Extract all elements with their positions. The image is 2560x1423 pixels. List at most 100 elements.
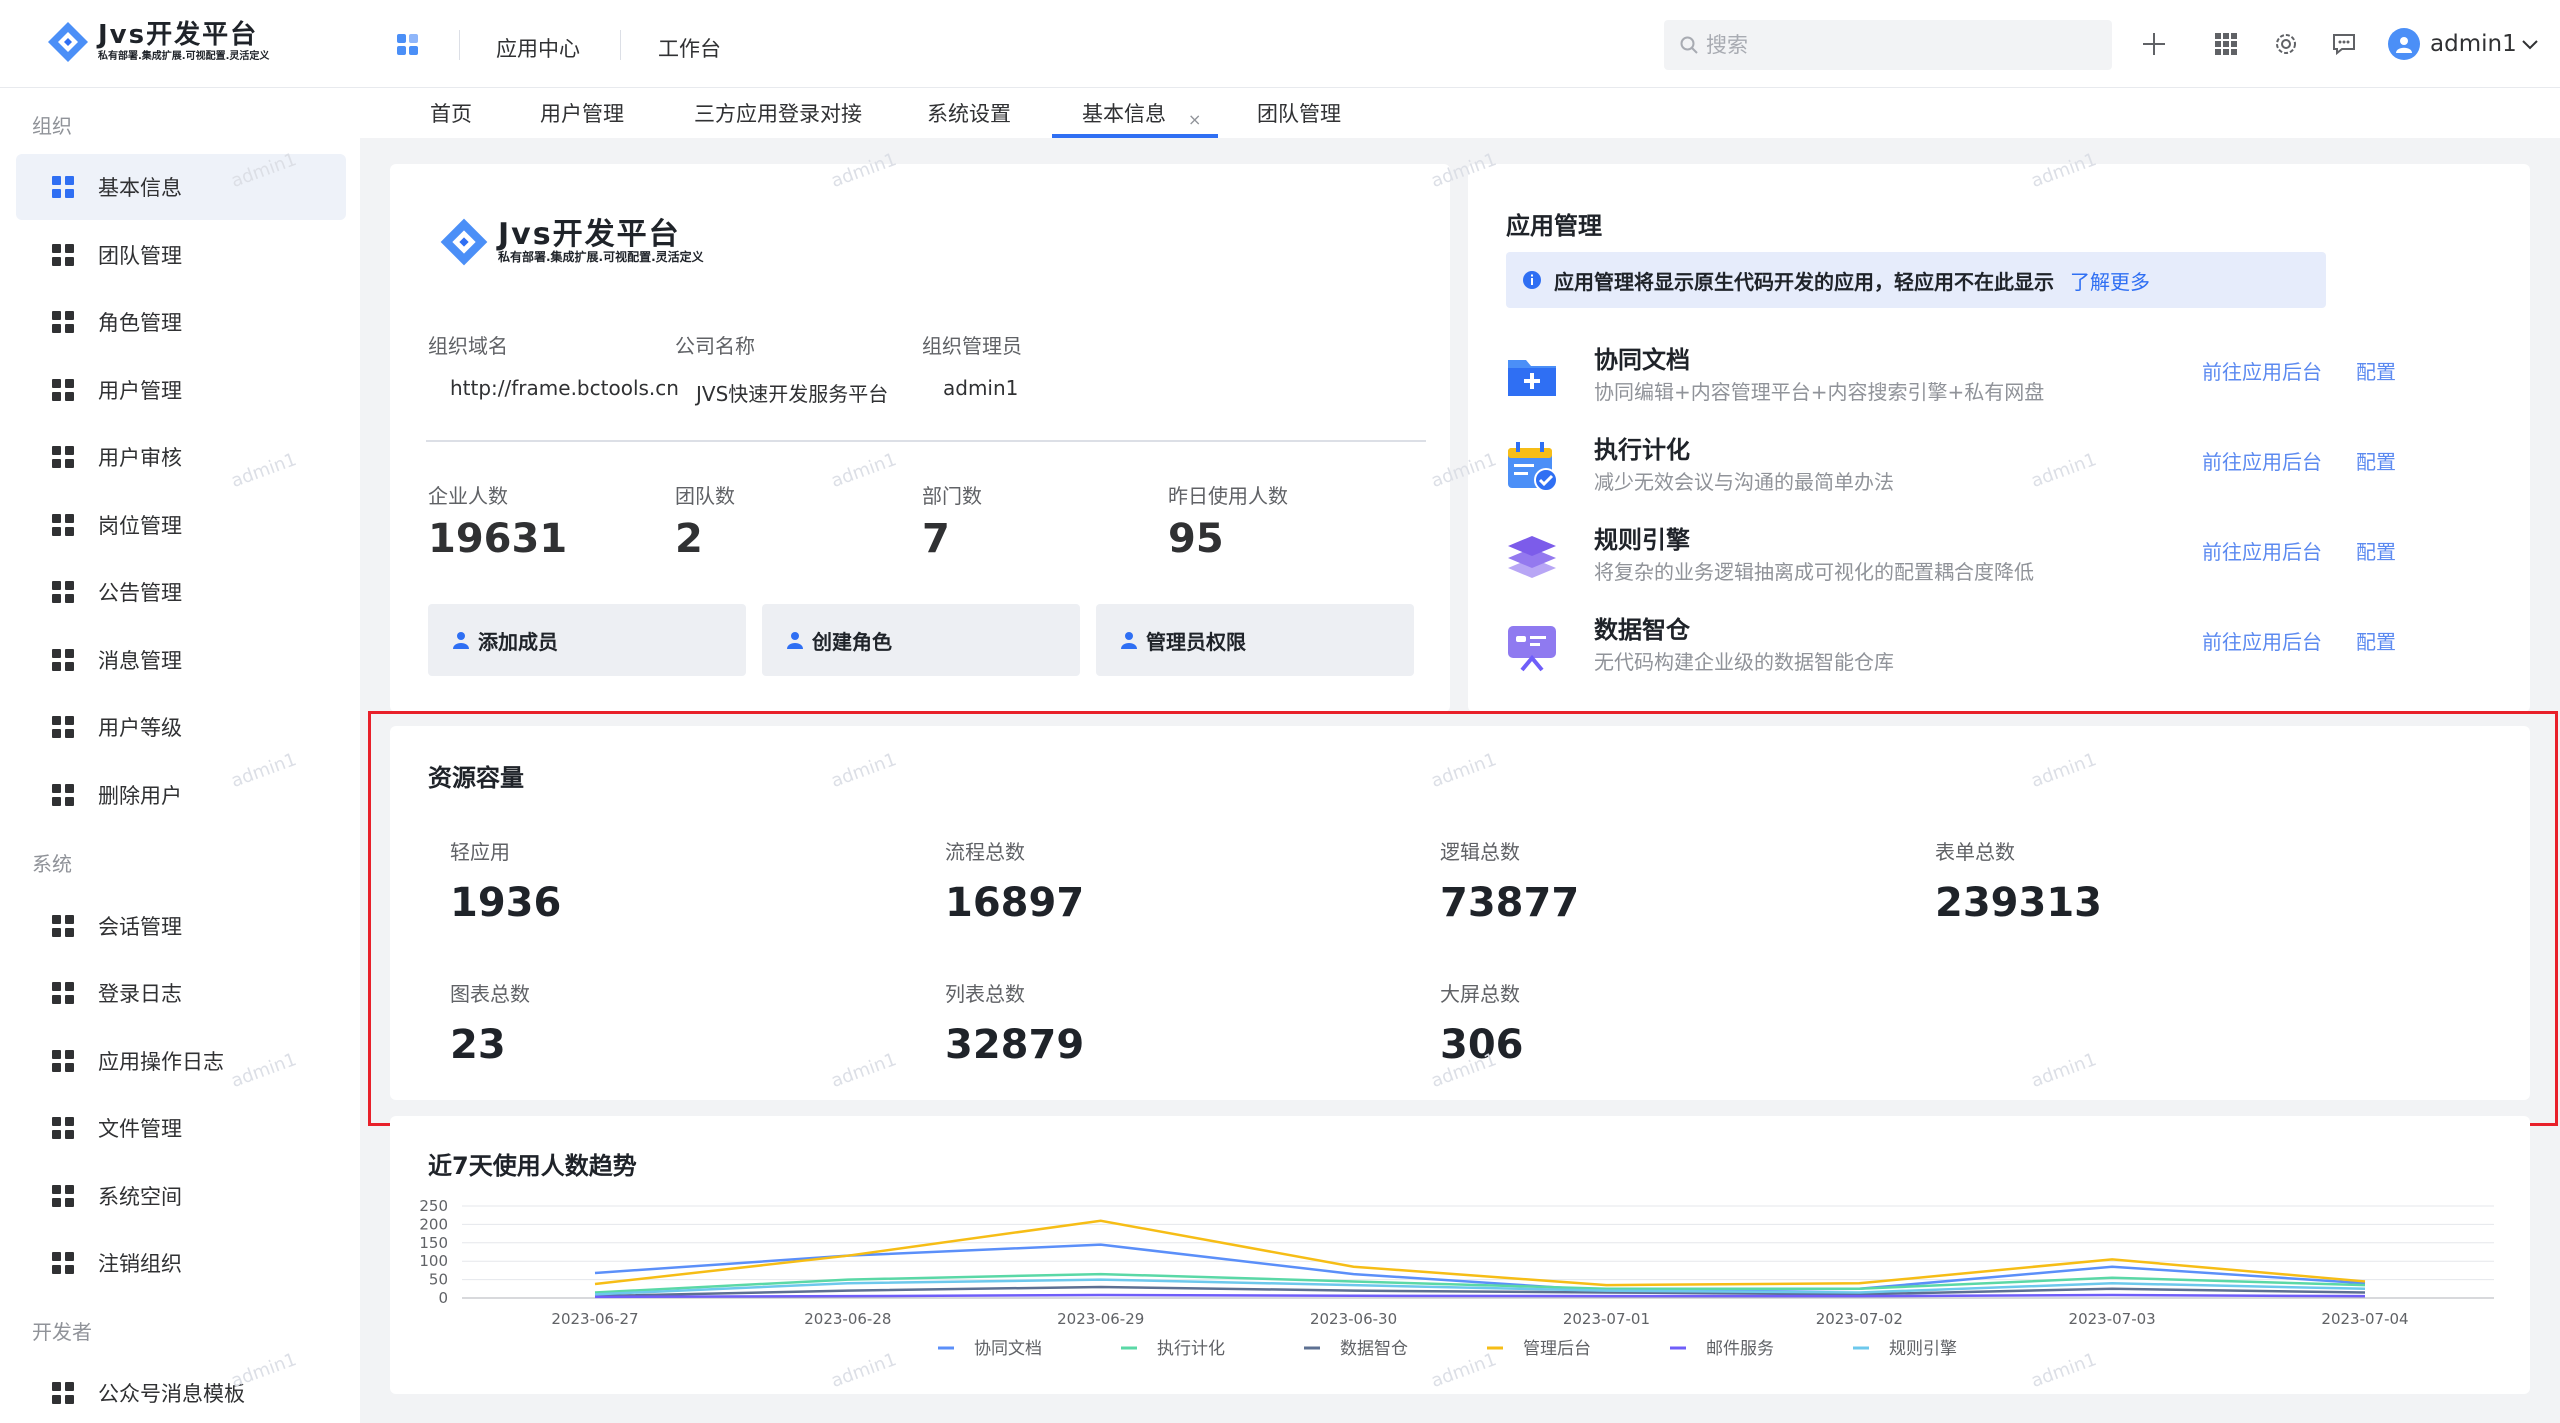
sidebar-item-label: 删除用户 bbox=[98, 784, 182, 808]
x-tick-label: 2023-06-30 bbox=[1310, 1310, 1397, 1328]
avatar bbox=[2388, 28, 2420, 60]
button-label: 添加成员 bbox=[478, 629, 558, 654]
resource-capacity-card: 资源容量 轻应用 1936 流程总数 16897 逻辑总数 73877 表单总数… bbox=[390, 726, 2530, 1100]
sidebar-item-label: 注销组织 bbox=[98, 1252, 182, 1276]
goto-app-backend-link[interactable]: 前往应用后台 bbox=[2202, 626, 2322, 655]
org-admin-label: 组织管理员 bbox=[922, 334, 1022, 358]
sidebar-item-user-levels[interactable]: 用户等级 bbox=[16, 694, 346, 760]
x-tick-label: 2023-07-02 bbox=[1816, 1310, 1903, 1328]
sidebar-item-label: 应用操作日志 bbox=[98, 1050, 224, 1074]
info-notice: 应用管理将显示原生代码开发的应用，轻应用不在此显示 了解更多 bbox=[1506, 252, 2326, 308]
divider bbox=[620, 30, 621, 60]
y-tick-label: 50 bbox=[429, 1271, 448, 1289]
app-config-link[interactable]: 配置 bbox=[2356, 626, 2396, 655]
user-menu[interactable]: admin1 bbox=[2388, 28, 2539, 60]
tab-home[interactable]: 首页 bbox=[430, 98, 472, 138]
brand-diamond-icon bbox=[48, 22, 88, 62]
legend-label: 数据智仓 bbox=[1340, 1339, 1408, 1359]
close-icon[interactable]: × bbox=[1188, 110, 1201, 129]
sidebar-item-login-log[interactable]: 登录日志 bbox=[16, 960, 346, 1026]
grid-icon bbox=[52, 784, 74, 806]
resource-flows-label: 流程总数 bbox=[945, 840, 1025, 864]
data-board-icon bbox=[1508, 626, 1556, 672]
x-tick-label: 2023-07-03 bbox=[2069, 1310, 2156, 1328]
search-input[interactable] bbox=[1706, 33, 2086, 57]
resource-forms-label: 表单总数 bbox=[1935, 840, 2015, 864]
resource-logic-label: 逻辑总数 bbox=[1440, 840, 1520, 864]
sidebar-item-label: 消息管理 bbox=[98, 649, 182, 673]
x-tick-label: 2023-07-04 bbox=[2321, 1310, 2408, 1328]
sidebar-item-app-op-log[interactable]: 应用操作日志 bbox=[16, 1028, 346, 1094]
x-tick-label: 2023-07-01 bbox=[1563, 1310, 1650, 1328]
tab-label: 基本信息 bbox=[1082, 102, 1166, 126]
plus-icon[interactable] bbox=[2140, 30, 2168, 58]
message-icon[interactable] bbox=[2330, 30, 2358, 58]
sidebar-item-deregister-org[interactable]: 注销组织 bbox=[16, 1230, 346, 1296]
goto-app-backend-link[interactable]: 前往应用后台 bbox=[2202, 536, 2322, 565]
sidebar-item-roles[interactable]: 角色管理 bbox=[16, 289, 346, 355]
tab-basic-info[interactable]: 基本信息 × bbox=[1052, 98, 1218, 138]
sidebar-item-announcements[interactable]: 公告管理 bbox=[16, 559, 346, 625]
brand-logo[interactable]: Jvs开发平台 私有部署.集成扩展.可视配置.灵活定义 bbox=[44, 18, 269, 66]
nav-app-center[interactable]: 应用中心 bbox=[496, 33, 580, 63]
grid-icon bbox=[52, 1185, 74, 1207]
resource-screens-label: 大屏总数 bbox=[1440, 982, 1520, 1006]
stat-yesterday-users-value: 95 bbox=[1168, 516, 1224, 562]
stat-employees-label: 企业人数 bbox=[428, 484, 508, 508]
sidebar-item-system-space[interactable]: 系统空间 bbox=[16, 1163, 346, 1229]
tab-third-party-login[interactable]: 三方应用登录对接 bbox=[694, 98, 862, 138]
sidebar-item-team[interactable]: 团队管理 bbox=[16, 222, 346, 288]
app-name: 协同文档 bbox=[1594, 346, 1690, 374]
learn-more-link[interactable]: 了解更多 bbox=[2070, 266, 2150, 295]
app-config-link[interactable]: 配置 bbox=[2356, 356, 2396, 385]
sidebar-item-label: 公众号消息模板 bbox=[98, 1382, 245, 1406]
org-admin-value: admin1 bbox=[943, 376, 1019, 400]
company-name-value: JVS快速开发服务平台 bbox=[696, 382, 889, 406]
nav-workbench[interactable]: 工作台 bbox=[658, 33, 721, 63]
app-config-link[interactable]: 配置 bbox=[2356, 446, 2396, 475]
user-icon bbox=[787, 632, 803, 649]
admin-permissions-button[interactable]: 管理员权限 bbox=[1096, 604, 1414, 676]
grid-icon bbox=[52, 982, 74, 1004]
search-box[interactable] bbox=[1664, 20, 2112, 70]
org-domain-label: 组织域名 bbox=[428, 334, 508, 358]
legend-label: 执行计化 bbox=[1157, 1339, 1225, 1359]
series-line bbox=[594, 1293, 2366, 1299]
grid-icon bbox=[52, 311, 74, 333]
grid-icon bbox=[52, 176, 74, 198]
user-icon bbox=[1121, 632, 1137, 649]
stat-teams-value: 2 bbox=[675, 516, 703, 562]
sidebar-item-label: 用户等级 bbox=[98, 716, 182, 740]
sidebar-item-mp-templates[interactable]: 公众号消息模板 bbox=[16, 1360, 346, 1423]
sidebar-item-deleted-users[interactable]: 删除用户 bbox=[16, 762, 346, 828]
sidebar-item-positions[interactable]: 岗位管理 bbox=[16, 492, 346, 558]
grid-icon bbox=[52, 1252, 74, 1274]
tab-team-management[interactable]: 团队管理 bbox=[1257, 98, 1341, 138]
add-member-button[interactable]: 添加成员 bbox=[428, 604, 746, 676]
app-config-link[interactable]: 配置 bbox=[2356, 536, 2396, 565]
apps-grid-icon[interactable] bbox=[2212, 30, 2240, 58]
app-row-execution-plan: 执行计化 减少无效会议与沟通的最简单办法 前往应用后台 配置 bbox=[1504, 430, 2404, 510]
tab-user-management[interactable]: 用户管理 bbox=[540, 98, 624, 138]
sidebar-item-user-review[interactable]: 用户审核 bbox=[16, 424, 346, 490]
stat-departments-value: 7 bbox=[922, 516, 950, 562]
tab-system-settings[interactable]: 系统设置 bbox=[927, 98, 1011, 138]
grid-icon bbox=[52, 716, 74, 738]
series-line bbox=[594, 1219, 2366, 1287]
app-grid-icon[interactable] bbox=[397, 34, 419, 56]
sidebar-item-sessions[interactable]: 会话管理 bbox=[16, 893, 346, 959]
sidebar-item-files[interactable]: 文件管理 bbox=[16, 1095, 346, 1161]
app-management-card: 应用管理 应用管理将显示原生代码开发的应用，轻应用不在此显示 了解更多 协同文档… bbox=[1468, 164, 2530, 712]
goto-app-backend-link[interactable]: 前往应用后台 bbox=[2202, 446, 2322, 475]
usage-trend-chart: 050100150200250 2023-06-27 2023-06-28 2023-… bbox=[419, 1197, 2494, 1359]
sidebar-item-basic-info[interactable]: 基本信息 bbox=[16, 154, 346, 220]
resource-logic-value: 73877 bbox=[1440, 880, 1580, 926]
goto-app-backend-link[interactable]: 前往应用后台 bbox=[2202, 356, 2322, 385]
stat-teams-label: 团队数 bbox=[675, 484, 735, 508]
sidebar-item-users[interactable]: 用户管理 bbox=[16, 357, 346, 423]
gear-icon[interactable] bbox=[2272, 30, 2300, 58]
create-role-button[interactable]: 创建角色 bbox=[762, 604, 1080, 676]
org-domain-value: http://frame.bctools.cn bbox=[450, 376, 679, 400]
sidebar-item-messages[interactable]: 消息管理 bbox=[16, 627, 346, 693]
app-row-rule-engine: 规则引擎 将复杂的业务逻辑抽离成可视化的配置耦合度降低 前往应用后台 配置 bbox=[1504, 520, 2404, 600]
